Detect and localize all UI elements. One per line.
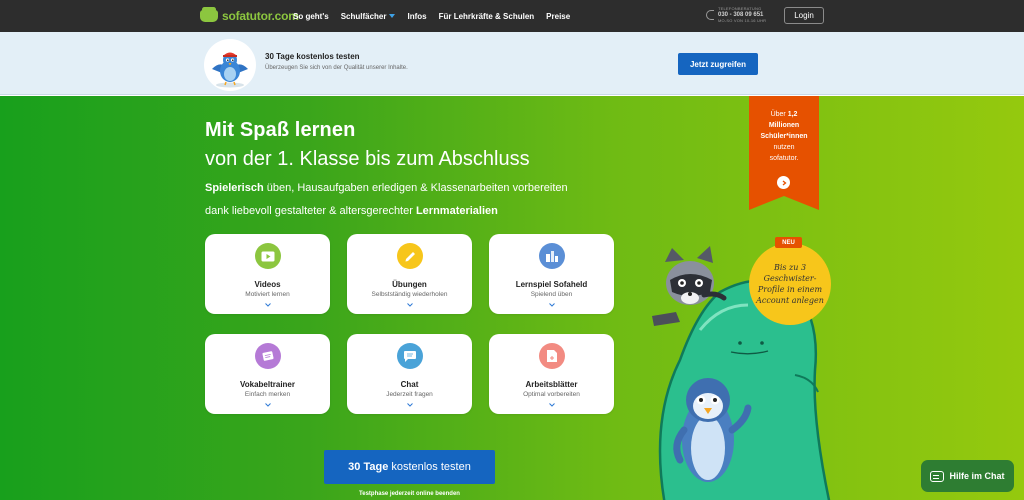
bubble-text: Bis zu 3 Geschwister-Profile in einem Ac… — [756, 263, 824, 305]
card-subtitle: Jederzeit fragen — [386, 391, 433, 398]
chevron-down-icon — [264, 303, 271, 307]
cta-rest: kostenlos testen — [391, 461, 471, 473]
ribbon-line2: Millionen — [749, 120, 819, 131]
exercise-icon — [405, 252, 415, 262]
phone-hotline[interactable]: TELEFONBERATUNG 030 - 308 09 651 MO-SO V… — [706, 7, 766, 23]
chevron-down-icon — [406, 403, 413, 407]
nav-link-lehrkraefte[interactable]: Für Lehrkräfte & Schulen — [439, 12, 535, 21]
hero-subtitle: von der 1. Klasse bis zum Abschluss — [205, 148, 530, 170]
card-title: Arbeitsblätter — [525, 380, 578, 389]
card-uebungen[interactable]: Übungen Selbstständig wiederholen — [347, 234, 472, 314]
bird-mascot-avatar — [204, 39, 256, 91]
nav-link-schulfaecher[interactable]: Schulfächer — [341, 12, 396, 21]
hero-lead-rest2: dank liebevoll gestalteter & altersgerec… — [205, 205, 416, 217]
chat-bubble-icon — [930, 470, 945, 482]
cta-note: Testphase jederzeit online beenden — [359, 491, 460, 497]
card-chat[interactable]: Chat Jederzeit fragen — [347, 334, 472, 414]
caret-down-icon — [389, 14, 396, 18]
hero-lead-bold1: Spielerisch — [205, 182, 264, 194]
card-vokabeltrainer[interactable]: Vokabeltrainer Einfach merken — [205, 334, 330, 414]
card-icon-arbeitsblaetter — [538, 343, 565, 369]
logo-text: sofatutor.com — [222, 9, 299, 23]
card-title: Chat — [400, 380, 419, 389]
card-icon-videos — [254, 243, 281, 269]
ribbon-line2-bold: Millionen — [768, 122, 800, 129]
card-icon-lernspiel — [538, 243, 565, 269]
hero-lead-line2: dank liebevoll gestalteter & altersgerec… — [205, 205, 498, 217]
card-title: Vokabeltrainer — [240, 380, 295, 389]
hero-lead-rest1: üben, Hausaufgaben erledigen & Klassenar… — [263, 182, 568, 194]
card-videos[interactable]: Videos Motiviert lernen — [205, 234, 330, 314]
login-button[interactable]: Login — [784, 7, 824, 24]
card-icon-vokabeltrainer — [254, 343, 281, 369]
worksheet-icon — [546, 350, 557, 362]
card-subtitle: Einfach merken — [244, 391, 291, 398]
hero-title: Mit Spaß lernen — [205, 119, 356, 141]
new-badge: NEU — [775, 237, 802, 248]
card-arbeitsblaetter[interactable]: Arbeitsblätter Optimal vorbereiten — [489, 334, 614, 414]
ribbon-line1: Über 1,2 — [749, 109, 819, 120]
sofatutor-logo[interactable]: sofatutor.com — [200, 7, 299, 24]
jetzt-zugreifen-button[interactable]: Jetzt zugreifen — [678, 53, 758, 75]
trial-title: 30 Tage kostenlos testen — [265, 52, 360, 61]
card-icon-uebungen — [396, 243, 423, 269]
nav-link-schulfaecher-label: Schulfächer — [340, 11, 387, 21]
ribbon-line3-bold: Schüler*innen — [760, 133, 808, 140]
nav-links: So geht's Schulfächer Infos Für Lehrkräf… — [293, 0, 582, 32]
ribbon-user-count[interactable]: Über 1,2 Millionen Schüler*innen nutzen … — [749, 109, 819, 164]
card-subtitle: Selbstständig wiederholen — [371, 291, 448, 298]
vocab-icon — [261, 350, 274, 361]
nav-link-so-gehts[interactable]: So geht's — [293, 12, 329, 21]
hero-lead-bold2: Lernmaterialien — [415, 205, 498, 217]
nav-link-infos[interactable]: Infos — [407, 12, 426, 21]
help-chat-button[interactable]: Hilfe im Chat — [921, 460, 1014, 492]
trial-subtitle: Überzeugen Sie sich von der Qualität uns… — [265, 65, 408, 71]
card-title: Lernspiel Sofaheld — [515, 280, 588, 289]
phone-label: TELEFONBERATUNG — [718, 6, 762, 11]
sibling-profiles-bubble[interactable]: Bis zu 3 Geschwister-Profile in einem Ac… — [749, 243, 831, 325]
card-title: Übungen — [392, 280, 427, 289]
top-navigation: sofatutor.com So geht's Schulfächer Info… — [0, 0, 1024, 32]
ribbon-line3: Schüler*innen — [749, 131, 819, 142]
card-subtitle: Motiviert lernen — [245, 291, 290, 298]
card-icon-chat — [396, 343, 423, 369]
card-lernspiel[interactable]: Lernspiel Sofaheld Spielend üben — [489, 234, 614, 314]
ribbon-line4: nutzen — [773, 144, 795, 151]
ribbon-line5: sofatutor. — [769, 155, 799, 162]
ribbon-line1-text: Über — [770, 111, 788, 118]
nav-link-preise[interactable]: Preise — [546, 12, 570, 21]
ribbon-arrow-button[interactable] — [777, 176, 790, 189]
cta-bold: 30 Tage — [348, 461, 389, 473]
chevron-down-icon — [264, 403, 271, 407]
chevron-down-icon — [548, 303, 555, 307]
video-icon — [261, 251, 274, 261]
card-title: Videos — [254, 280, 281, 289]
bird-mascot-icon — [212, 52, 248, 88]
sofa-logo-icon — [200, 7, 218, 22]
ribbon-line1-bold: 1,2 — [787, 111, 798, 118]
phone-hours: MO-SO VON 10-16 UHR — [718, 18, 767, 23]
trial-banner — [0, 32, 1024, 95]
game-icon — [545, 250, 558, 262]
chevron-down-icon — [406, 303, 413, 307]
card-subtitle: Optimal vorbereiten — [523, 391, 580, 398]
phone-lines: TELEFONBERATUNG 030 - 308 09 651 MO-SO V… — [718, 7, 766, 23]
chevron-right-icon — [782, 179, 787, 186]
help-chat-label: Hilfe im Chat — [949, 471, 1005, 481]
chat-icon — [403, 350, 416, 362]
card-subtitle: Spielend üben — [530, 291, 573, 298]
chevron-down-icon — [548, 403, 555, 407]
phone-icon — [706, 10, 714, 20]
hero-lead-line1: Spielerisch üben, Hausaufgaben erledigen… — [205, 182, 568, 194]
trial-cta-button[interactable]: 30 Tage kostenlos testen — [324, 450, 495, 484]
